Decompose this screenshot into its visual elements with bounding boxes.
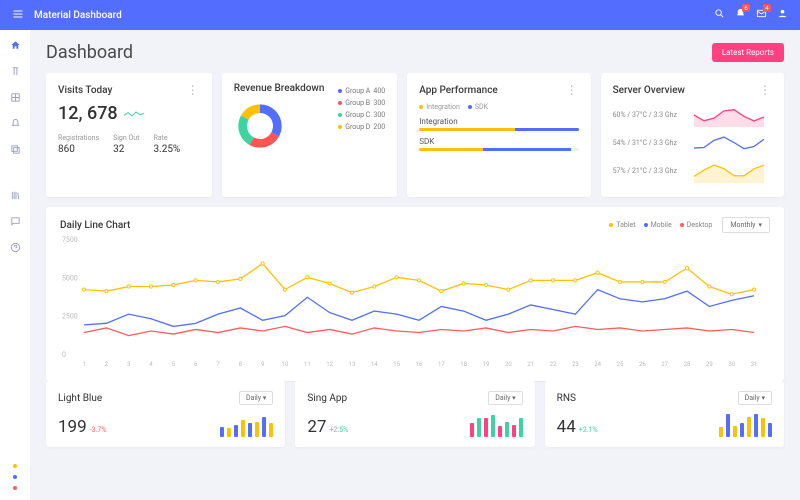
svg-text:16: 16 xyxy=(416,361,423,368)
monthly-dropdown[interactable]: Monthly ▾ xyxy=(722,217,770,233)
sparkline-icon xyxy=(694,131,772,155)
visits-title: Visits Today xyxy=(58,85,112,96)
legend-item: Group B300 xyxy=(338,99,385,107)
svg-text:1: 1 xyxy=(82,361,85,368)
svg-text:31: 31 xyxy=(751,361,758,368)
theme-dot-yellow[interactable] xyxy=(13,464,17,468)
svg-text:3: 3 xyxy=(127,361,130,368)
user-icon[interactable] xyxy=(777,8,788,22)
svg-text:0: 0 xyxy=(62,351,66,359)
svg-text:5: 5 xyxy=(172,361,176,368)
svg-text:11: 11 xyxy=(304,361,311,368)
svg-text:14: 14 xyxy=(371,361,378,368)
main-content: Dashboard Latest Reports Visits Today ⋮ 1… xyxy=(30,30,800,500)
svg-text:5000: 5000 xyxy=(62,274,78,282)
visits-card: Visits Today⋮ 12, 678 Registrations860 S… xyxy=(46,73,212,197)
sparkline-icon xyxy=(694,159,772,183)
legend-item: Group A400 xyxy=(338,87,385,95)
performance-card: App Performance⋮ IntegrationSDK Integrat… xyxy=(407,73,590,197)
sidebar-item-ui[interactable] xyxy=(8,142,22,156)
svg-text:21: 21 xyxy=(527,361,534,368)
mini-stat-card: Sing AppDaily ▾27+2.5% xyxy=(295,381,534,447)
sparkline-icon xyxy=(694,103,772,127)
svg-text:15: 15 xyxy=(393,361,400,368)
visits-value: 12, 678 xyxy=(58,103,118,124)
daily-line-card: Daily Line Chart Tablet Mobile Desktop M… xyxy=(46,207,784,381)
svg-text:13: 13 xyxy=(349,361,356,368)
svg-text:10: 10 xyxy=(282,361,289,368)
daily-dropdown[interactable]: Daily ▾ xyxy=(738,391,772,405)
svg-text:18: 18 xyxy=(460,361,467,368)
svg-text:28: 28 xyxy=(684,361,691,368)
sidebar-item-home[interactable] xyxy=(8,38,22,52)
server-row: 57% / 21°C / 3.3 Ghz xyxy=(613,159,772,183)
menu-icon[interactable] xyxy=(12,8,24,23)
svg-text:23: 23 xyxy=(572,361,579,368)
sidebar xyxy=(0,30,30,500)
sidebar-item-library[interactable] xyxy=(8,188,22,202)
perf-bar: Integration xyxy=(419,117,578,131)
mini-bar-chart xyxy=(220,411,273,437)
svg-text:30: 30 xyxy=(728,361,735,368)
sidebar-item-faq[interactable] xyxy=(8,240,22,254)
svg-text:19: 19 xyxy=(483,361,490,368)
svg-text:27: 27 xyxy=(661,361,668,368)
daily-dropdown[interactable]: Daily ▾ xyxy=(239,391,273,405)
chevron-down-icon: ▾ xyxy=(758,221,762,229)
server-row: 60% / 37°C / 3.3 Ghz xyxy=(613,103,772,127)
sidebar-item-support[interactable] xyxy=(8,214,22,228)
more-icon[interactable]: ⋮ xyxy=(759,83,772,97)
theme-dot-blue[interactable] xyxy=(13,475,17,479)
search-icon[interactable] xyxy=(714,8,725,22)
svg-text:7: 7 xyxy=(216,361,220,368)
svg-text:6: 6 xyxy=(194,361,198,368)
topbar: Material Dashboard xyxy=(0,0,800,30)
bell-icon[interactable] xyxy=(735,8,746,22)
svg-text:7500: 7500 xyxy=(62,236,78,244)
svg-text:12: 12 xyxy=(326,361,333,368)
more-icon[interactable]: ⋮ xyxy=(187,83,200,97)
svg-text:26: 26 xyxy=(639,361,646,368)
sparkline-icon xyxy=(124,109,144,119)
svg-text:4: 4 xyxy=(149,361,153,368)
revenue-title: Revenue Breakdown xyxy=(234,83,325,94)
mini-bar-chart xyxy=(719,411,772,437)
mini-bar-chart xyxy=(470,411,523,437)
latest-reports-button[interactable]: Latest Reports xyxy=(712,43,784,62)
mini-stat-card: RNSDaily ▾44+2.1% xyxy=(545,381,784,447)
more-icon[interactable]: ⋮ xyxy=(566,83,579,97)
svg-text:2: 2 xyxy=(105,361,109,368)
daily-title: Daily Line Chart xyxy=(60,220,130,231)
svg-text:22: 22 xyxy=(550,361,557,368)
svg-text:2500: 2500 xyxy=(62,313,78,321)
sidebar-item-notifications[interactable] xyxy=(8,116,22,130)
server-card: Server Overview ⋮ 60% / 37°C / 3.3 Ghz 54%… xyxy=(601,73,784,197)
server-row: 54% / 31°C / 3.3 Ghz xyxy=(613,131,772,155)
svg-text:29: 29 xyxy=(706,361,713,368)
donut-chart xyxy=(234,100,331,155)
theme-dot-red[interactable] xyxy=(13,486,17,490)
app-title: Material Dashboard xyxy=(34,10,122,21)
legend-item: Group C300 xyxy=(338,111,385,119)
server-title: Server Overview xyxy=(613,85,685,96)
page-title: Dashboard xyxy=(46,42,133,63)
perf-bar: SDK xyxy=(419,137,578,151)
revenue-card: Revenue Breakdown Group A400 Group B300 Gr… xyxy=(222,73,398,197)
svg-text:20: 20 xyxy=(505,361,512,368)
legend-item: Group D200 xyxy=(338,123,385,131)
line-chart: 0250050007500123456789101112131415161718… xyxy=(60,233,760,368)
sidebar-item-tables[interactable] xyxy=(8,90,22,104)
svg-text:24: 24 xyxy=(594,361,601,368)
svg-text:25: 25 xyxy=(617,361,624,368)
daily-dropdown[interactable]: Daily ▾ xyxy=(488,391,522,405)
mail-icon[interactable] xyxy=(756,8,767,22)
svg-text:17: 17 xyxy=(438,361,445,368)
svg-text:9: 9 xyxy=(261,361,264,368)
sidebar-item-typography[interactable] xyxy=(8,64,22,78)
svg-text:8: 8 xyxy=(239,361,243,368)
mini-stat-card: Light BlueDaily ▾199-3.7% xyxy=(46,381,285,447)
perf-title: App Performance xyxy=(419,85,498,96)
